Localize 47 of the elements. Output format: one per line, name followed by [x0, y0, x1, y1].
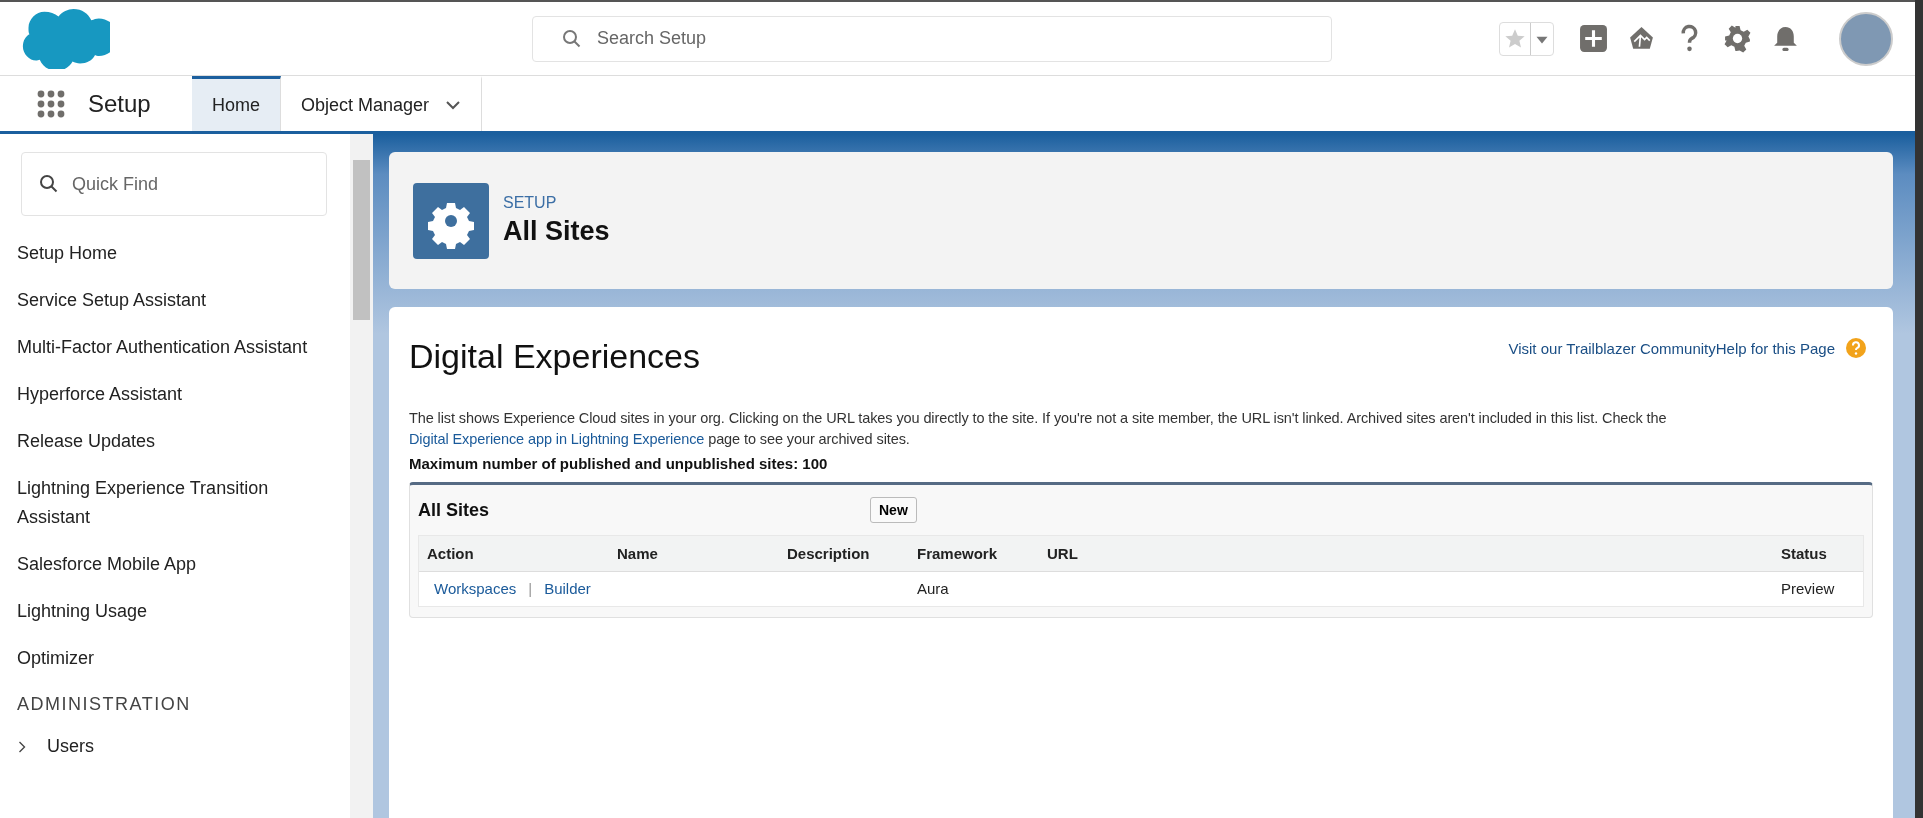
- plus-icon[interactable]: [1579, 24, 1608, 53]
- new-button[interactable]: New: [870, 497, 917, 523]
- cloud-logo[interactable]: [22, 8, 110, 69]
- column-header: URL: [1039, 536, 1773, 572]
- search-icon: [562, 28, 582, 49]
- breadcrumb-label: SETUP: [503, 194, 558, 212]
- section-heading: ADMINISTRATION: [17, 694, 192, 715]
- action-link[interactable]: Workspaces: [434, 580, 517, 598]
- scrollbar[interactable]: [350, 134, 373, 818]
- sidebar-link[interactable]: Lightning Experience Transition Assistant: [17, 465, 338, 541]
- page-title: All Sites: [503, 216, 610, 247]
- sidebar-link[interactable]: Setup Home: [17, 230, 338, 277]
- user-avatar[interactable]: [1839, 11, 1893, 66]
- settings-icon[interactable]: [1723, 24, 1752, 53]
- column-header: Action: [419, 536, 609, 572]
- sidebar-link[interactable]: Hyperforce Assistant: [17, 371, 338, 418]
- action-link[interactable]: Builder: [544, 580, 591, 598]
- list-title: All Sites: [418, 499, 491, 521]
- search-field[interactable]: Search Setup: [532, 15, 1332, 62]
- sidebar-link[interactable]: Lightning Usage: [17, 588, 338, 635]
- column-header: Status: [1773, 536, 1863, 572]
- column-header: Framework: [909, 536, 1039, 572]
- table-cell: Aura: [917, 580, 949, 597]
- sidebar-link[interactable]: Salesforce Mobile App: [17, 541, 338, 588]
- separator: |: [528, 580, 533, 598]
- search-icon: [39, 174, 59, 194]
- inline-link[interactable]: Digital Experience app in Lightning Experience: [409, 431, 705, 447]
- column-header: Name: [609, 536, 779, 572]
- help-link[interactable]: Help for this Page: [1715, 339, 1835, 357]
- sidebar-link[interactable]: Service Setup Assistant: [17, 277, 338, 324]
- quick-find-field[interactable]: Quick Find: [21, 152, 327, 216]
- app-name: Setup: [88, 89, 152, 118]
- sidebar-link[interactable]: Optimizer: [17, 635, 338, 682]
- bell-icon[interactable]: [1771, 24, 1800, 53]
- nav-tab[interactable]: Home: [192, 76, 281, 131]
- sidebar-link[interactable]: Release Updates: [17, 418, 338, 465]
- app-launcher-icon[interactable]: [36, 88, 66, 119]
- help-link[interactable]: Visit our Trailblazer Community: [1508, 339, 1716, 357]
- sidebar-link[interactable]: Multi-Factor Authentication Assistant: [17, 324, 338, 371]
- gear-icon: [413, 182, 489, 259]
- column-header: Description: [779, 536, 909, 572]
- chevron-right-icon[interactable]: [17, 739, 27, 754]
- table-cell: Preview: [1781, 580, 1835, 597]
- sidebar-link[interactable]: Users: [47, 723, 94, 770]
- description-text: The list shows Experience Cloud sites in your org. Clicking on the URL takes you directly to the site. If you're not a site member, the URL isn't linked. Archived sites aren't included in this list. Check the Digital Experience app in Lightning Experience page to see your archived sites.: [409, 409, 1668, 449]
- section-title: Digital Experiences: [409, 337, 701, 376]
- limit-note: Maximum number of published and unpublished sites: 100: [409, 455, 829, 472]
